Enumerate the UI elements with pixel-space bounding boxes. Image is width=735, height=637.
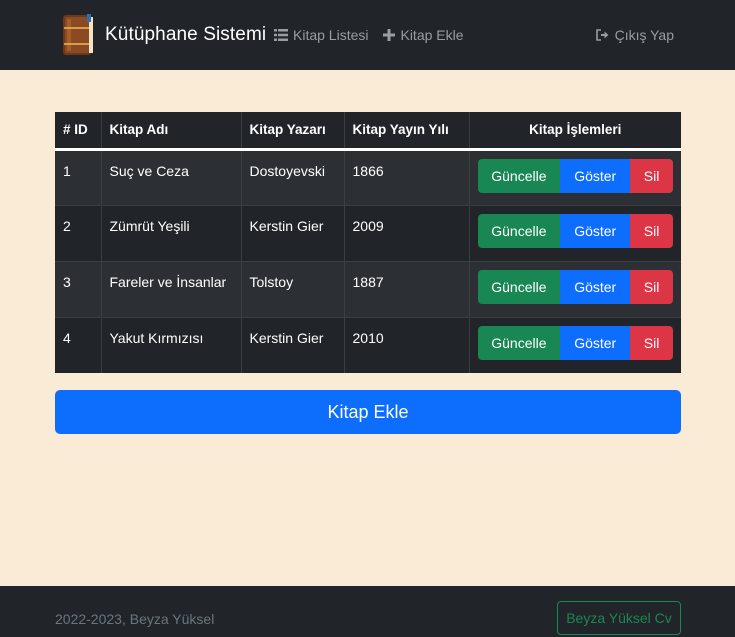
column-header-actions: Kitap İşlemleri — [469, 112, 681, 151]
navbar: Kütüphane Sistemi Kitap Listesi Kitap Ek… — [0, 0, 735, 70]
cell-id: 4 — [55, 316, 102, 373]
delete-button[interactable]: Sil — [630, 325, 673, 360]
brand-title: Kütüphane Sistemi — [105, 24, 267, 45]
cell-author: Tolstoy — [241, 260, 345, 317]
nav-link-add-book-label: Kitap Ekle — [400, 27, 464, 43]
column-header-year: Kitap Yayın Yılı — [344, 112, 470, 151]
table-row: 3 Fareler ve İnsanlar Tolstoy 1887 Günce… — [55, 260, 681, 317]
cell-author: Kerstin Gier — [241, 204, 345, 261]
cell-title: Fareler ve İnsanlar — [101, 260, 242, 317]
nav-link-book-list[interactable]: Kitap Listesi — [274, 27, 368, 43]
delete-button[interactable]: Sil — [630, 158, 673, 193]
cell-id: 2 — [55, 204, 102, 261]
sign-out-icon — [595, 29, 609, 41]
cell-actions: Güncelle Göster Sil — [469, 148, 681, 205]
action-button-group: Güncelle Göster Sil — [477, 213, 673, 248]
book-table: # ID Kitap Adı Kitap Yazarı Kitap Yayın … — [55, 112, 681, 373]
logout-label: Çıkış Yap — [614, 27, 674, 43]
action-button-group: Güncelle Göster Sil — [477, 325, 673, 360]
cell-year: 1887 — [344, 260, 470, 317]
show-button[interactable]: Göster — [560, 269, 631, 304]
cell-id: 1 — [55, 148, 102, 205]
list-icon — [274, 29, 288, 41]
cell-author: Dostoyevski — [241, 148, 345, 205]
cell-actions: Güncelle Göster Sil — [469, 260, 681, 317]
add-book-button[interactable]: Kitap Ekle — [55, 390, 681, 434]
column-header-author: Kitap Yazarı — [241, 112, 345, 151]
delete-button[interactable]: Sil — [630, 213, 673, 248]
cell-title: Suç ve Ceza — [101, 148, 242, 205]
cell-year: 1866 — [344, 148, 470, 205]
nav-links: Kitap Listesi Kitap Ekle — [274, 27, 479, 43]
show-button[interactable]: Göster — [560, 213, 631, 248]
plus-icon — [383, 29, 396, 41]
brand-link[interactable]: Kütüphane Sistemi — [61, 12, 266, 58]
show-button[interactable]: Göster — [560, 158, 631, 193]
book-table-container: # ID Kitap Adı Kitap Yazarı Kitap Yayın … — [55, 112, 681, 373]
update-button[interactable]: Güncelle — [477, 213, 561, 248]
show-button[interactable]: Göster — [560, 325, 631, 360]
column-header-title: Kitap Adı — [101, 112, 242, 151]
delete-button[interactable]: Sil — [630, 269, 673, 304]
footer: 2022-2023, Beyza Yüksel Beyza Yüksel Cv — [0, 586, 735, 637]
cell-year: 2009 — [344, 204, 470, 261]
cell-actions: Güncelle Göster Sil — [469, 204, 681, 261]
cell-title: Zümrüt Yeşili — [101, 204, 242, 261]
action-button-group: Güncelle Göster Sil — [477, 158, 673, 193]
table-row: 4 Yakut Kırmızısı Kerstin Gier 2010 Günc… — [55, 316, 681, 373]
table-row: 2 Zümrüt Yeşili Kerstin Gier 2009 Güncel… — [55, 204, 681, 261]
nav-link-book-list-label: Kitap Listesi — [293, 27, 369, 43]
table-header-row: # ID Kitap Adı Kitap Yazarı Kitap Yayın … — [55, 112, 681, 151]
cell-id: 3 — [55, 260, 102, 317]
logout-link[interactable]: Çıkış Yap — [595, 27, 674, 43]
cv-button[interactable]: Beyza Yüksel Cv — [557, 601, 681, 635]
cell-author: Kerstin Gier — [241, 316, 345, 373]
cell-year: 2010 — [344, 316, 470, 373]
books-logo-icon — [63, 14, 93, 55]
cell-title: Yakut Kırmızısı — [101, 316, 242, 373]
action-button-group: Güncelle Göster Sil — [477, 269, 673, 304]
update-button[interactable]: Güncelle — [477, 269, 561, 304]
update-button[interactable]: Güncelle — [477, 325, 561, 360]
table-row: 1 Suç ve Ceza Dostoyevski 1866 Güncelle … — [55, 148, 681, 205]
footer-copyright: 2022-2023, Beyza Yüksel — [55, 611, 215, 627]
cell-actions: Güncelle Göster Sil — [469, 316, 681, 373]
update-button[interactable]: Güncelle — [477, 158, 561, 193]
nav-link-add-book[interactable]: Kitap Ekle — [383, 27, 464, 43]
column-header-id: # ID — [55, 112, 102, 151]
